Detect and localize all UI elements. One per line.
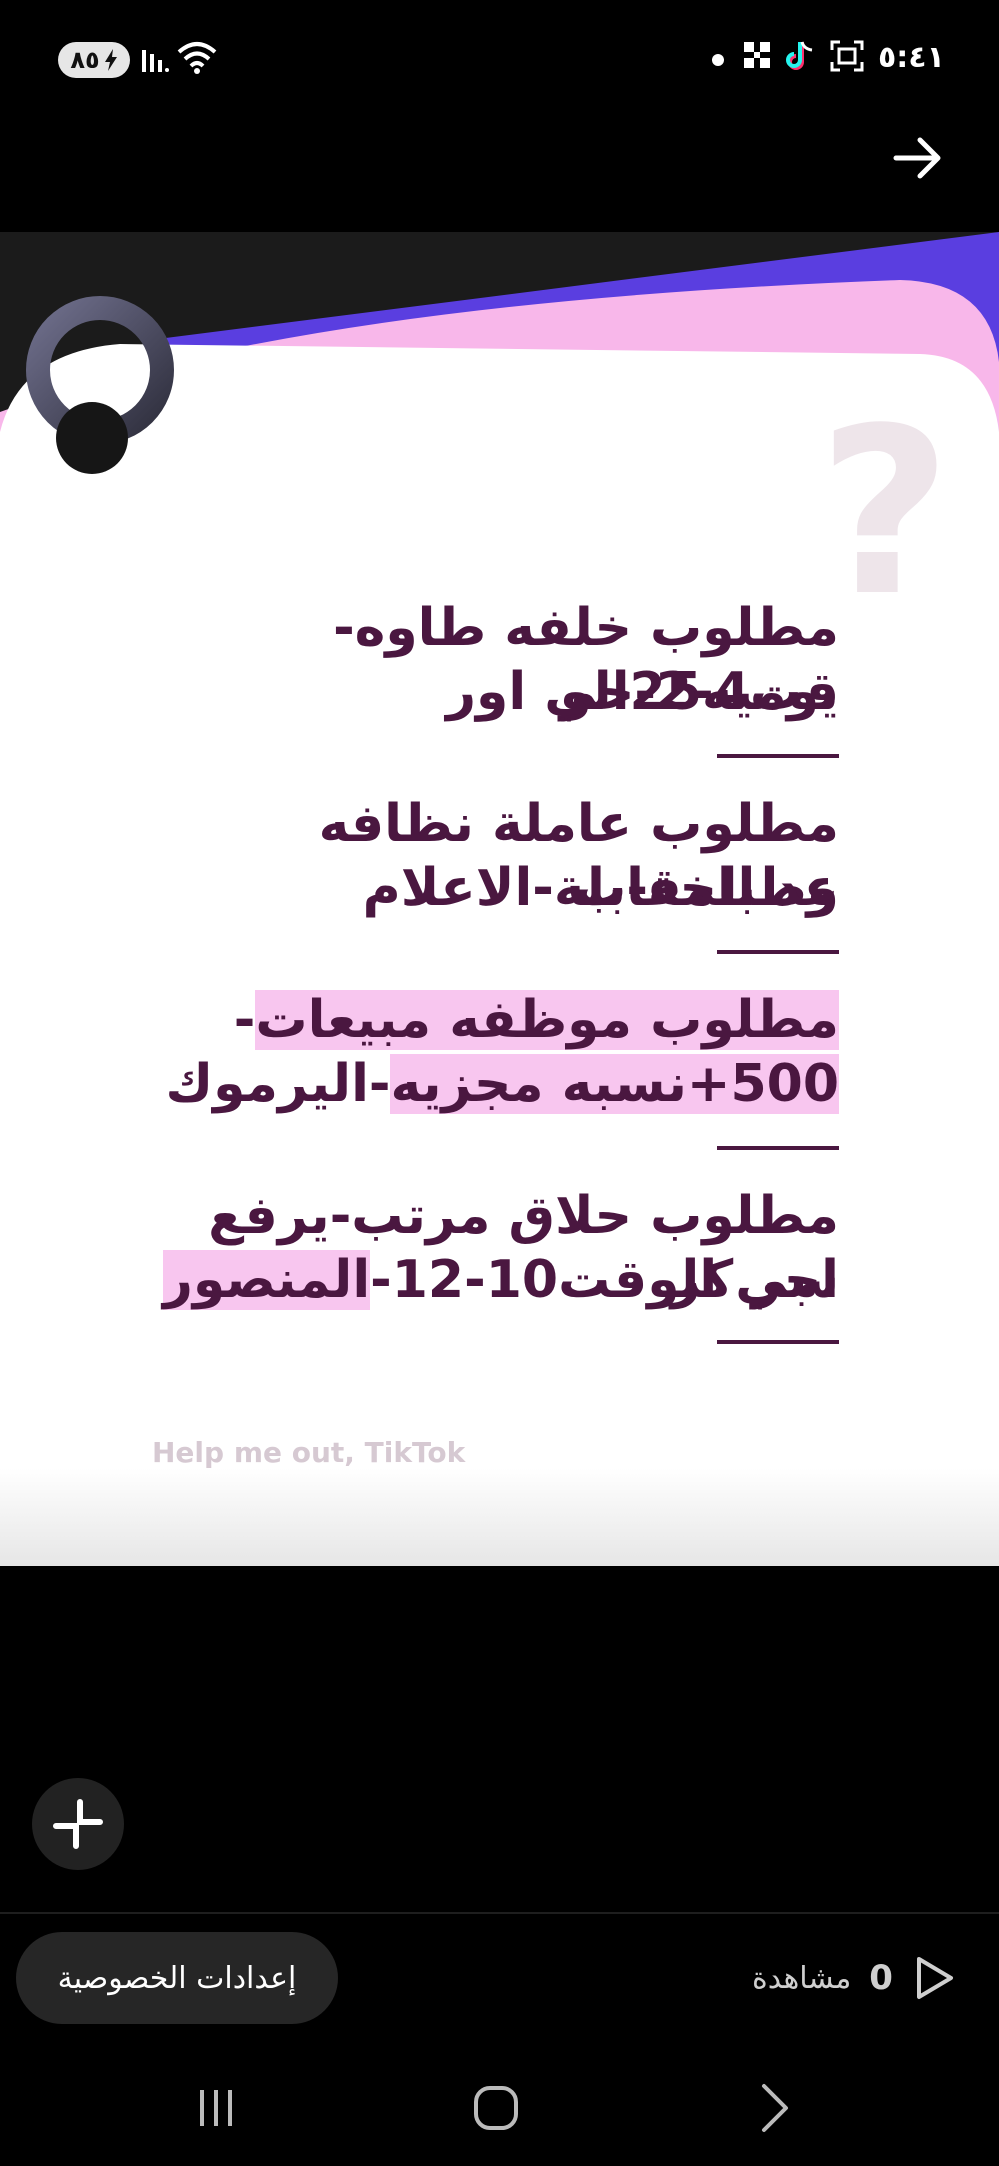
job-line-2b: عد المقابلة-الاعلام: [362, 858, 839, 918]
screenshot-icon: [830, 40, 864, 72]
battery-level: ٨٥: [70, 46, 100, 74]
wifi-icon: [177, 42, 217, 74]
exit-fullscreen-button[interactable]: [32, 1778, 124, 1870]
job-line-1b: قت4-2-حي اور: [446, 662, 839, 722]
views-indicator: مشاهدة 0: [752, 1948, 957, 2008]
play-icon: [916, 1957, 953, 1999]
highlight-text: مطلوب موظفه مبيعات: [255, 990, 839, 1050]
views-count: 0: [869, 1958, 893, 1998]
plain-text: -اليرموك: [165, 1054, 391, 1114]
job-line-3b: 500+نسبه مجزيه-اليرموك: [159, 1052, 839, 1116]
divider-rule: [717, 1340, 839, 1344]
clock: ٥:٤١: [878, 40, 945, 75]
status-icons: [742, 40, 864, 72]
divider-rule: [717, 1146, 839, 1150]
views-label: مشاهدة: [752, 1960, 852, 1996]
charging-icon: [104, 49, 117, 71]
highlight-text: 500+نسبه مجزيه: [390, 1054, 839, 1114]
back-icon[interactable]: [746, 2078, 806, 2138]
job-line-4b: سي الوقت10-12-المنصور: [159, 1248, 839, 1312]
bottom-divider: [0, 1912, 999, 1914]
arrow-right-icon[interactable]: [888, 128, 948, 188]
footer-text: Help me out, TikTok: [152, 1436, 466, 1469]
plain-text: سي الوقت10-12-: [370, 1250, 839, 1310]
status-bar: ٨٥ ٥:٤١: [0, 0, 999, 120]
divider-rule: [717, 754, 839, 758]
divider-rule: [717, 950, 839, 954]
battery-indicator: ٨٥: [58, 42, 130, 78]
notification-dot: [712, 54, 724, 66]
qr-icon: [744, 42, 770, 68]
signal-icon: [142, 50, 169, 72]
highlight-text: المنصور: [162, 1250, 371, 1310]
exit-fullscreen-icon: [53, 1799, 103, 1849]
tiktok-icon: [786, 41, 813, 70]
home-icon[interactable]: [466, 2078, 526, 2138]
privacy-settings-button[interactable]: إعدادات الخصوصية: [16, 1932, 338, 2024]
recent-apps-icon[interactable]: [186, 2078, 246, 2138]
